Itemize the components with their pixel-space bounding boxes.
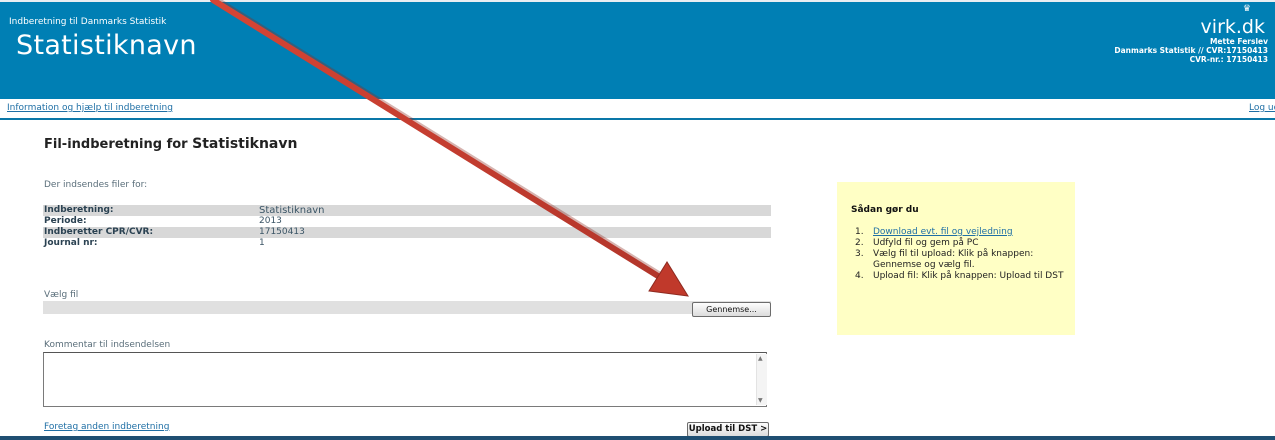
annotation-arrow: [210, 0, 689, 297]
